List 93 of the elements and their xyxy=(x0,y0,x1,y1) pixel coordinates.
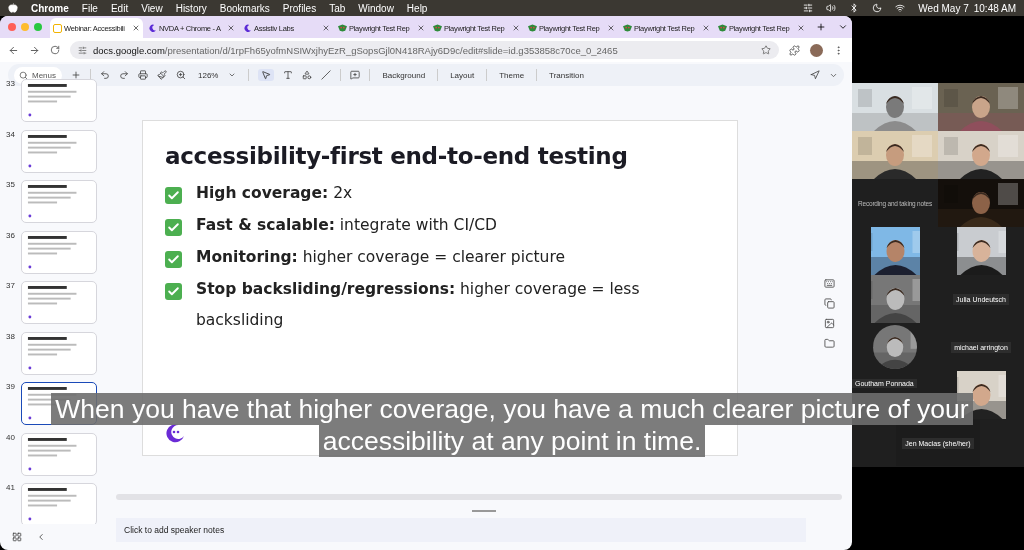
slide-number: 38 xyxy=(6,331,16,341)
slide-title: accessibility-first end-to-end testing xyxy=(165,143,629,169)
menu-item[interactable]: Help xyxy=(406,2,428,14)
toolbar-button[interactable]: Transition xyxy=(546,69,587,81)
close-icon[interactable] xyxy=(512,24,520,32)
close-icon[interactable] xyxy=(322,24,330,32)
close-icon[interactable] xyxy=(702,24,710,32)
masks-icon xyxy=(623,24,632,32)
copy-icon[interactable] xyxy=(823,298,835,309)
zoom-icon[interactable] xyxy=(176,70,186,80)
close-icon[interactable] xyxy=(132,24,140,32)
bullet-text: High coverage: 2x xyxy=(196,183,353,204)
shapes-icon[interactable] xyxy=(302,70,313,80)
pointer-icon[interactable] xyxy=(810,70,820,80)
menu-item[interactable]: Edit xyxy=(110,2,129,14)
toolbar-button[interactable]: Background xyxy=(379,69,429,81)
close-icon[interactable] xyxy=(797,24,805,32)
bullet-text: Monitoring: higher coverage = clearer picture xyxy=(196,247,565,268)
masks-icon xyxy=(528,24,537,32)
zoom-select[interactable]: 126% xyxy=(195,69,240,81)
comment-icon[interactable] xyxy=(350,70,361,80)
caret-icon xyxy=(228,71,237,79)
wifi-icon[interactable] xyxy=(895,3,906,13)
close-icon[interactable] xyxy=(607,24,615,32)
slide-number: 35 xyxy=(6,180,16,189)
close-icon[interactable] xyxy=(417,24,425,32)
masks-icon xyxy=(718,24,727,32)
crescent-logo-icon xyxy=(165,423,185,443)
redo-icon[interactable] xyxy=(119,70,129,80)
close-icon[interactable] xyxy=(227,24,235,32)
site-settings-icon[interactable] xyxy=(78,45,87,55)
add-icon[interactable] xyxy=(71,70,81,80)
chevron-down-icon[interactable] xyxy=(838,22,848,32)
caption-overlay: When you have that higher coverage, you have a much clearer picture of your xyxy=(51,393,973,425)
crescent-icon xyxy=(243,23,252,33)
speaker-notes-field[interactable]: Click to add speaker notes xyxy=(116,518,806,542)
clock-date[interactable]: Wed May 7 xyxy=(918,2,969,14)
keyboard-icon[interactable] xyxy=(823,278,835,289)
slide-number: 39 xyxy=(6,382,16,391)
check-icon xyxy=(165,219,182,236)
moon-icon[interactable] xyxy=(872,3,883,13)
slide-number: 40 xyxy=(6,432,16,442)
grid-view-icon[interactable] xyxy=(12,532,22,542)
slide-number: 36 xyxy=(6,230,16,240)
paint-format-icon[interactable] xyxy=(157,70,167,80)
bluetooth-icon[interactable] xyxy=(849,3,860,13)
back-icon[interactable] xyxy=(8,44,19,56)
menu-item[interactable]: Bookmarks xyxy=(219,2,270,14)
folder-icon[interactable] xyxy=(823,338,835,349)
puzzle-icon[interactable] xyxy=(789,44,800,56)
forward-icon[interactable] xyxy=(29,44,40,56)
address-field[interactable]: docs.google.com/presentation/d/1rpFh65yofmNSIWxjhyEzR_gSopsGjl0N418RAjy6D9c/edit#slide=id.g353858c70ce_0_2465 xyxy=(70,41,779,59)
new-tab-icon[interactable] xyxy=(816,22,826,32)
avatar-icon[interactable] xyxy=(810,43,823,57)
toolbar-button[interactable]: Theme xyxy=(496,69,528,81)
bullet-text: Fast & scalable: integrate with CI/CD xyxy=(196,215,497,236)
url-text: docs.google.com/presentation/d/1rpFh65yofmNSIWxjhyEzR_gSopsGjl0N418RAjy6D9c/edit#slide=id.g353858c70ce_0_2465 xyxy=(93,44,618,56)
check-icon xyxy=(165,187,182,204)
select-tool[interactable] xyxy=(258,69,275,81)
clock-time[interactable]: 10:48 AM xyxy=(973,2,1016,14)
star-icon[interactable] xyxy=(761,45,771,55)
apple-icon[interactable] xyxy=(8,3,18,13)
menu-item[interactable]: File xyxy=(81,2,98,14)
volume-icon[interactable] xyxy=(826,3,837,13)
slide-number: 41 xyxy=(6,483,16,492)
search-icon xyxy=(19,70,28,80)
caption-overlay: accessibility at any point in time. xyxy=(318,425,706,457)
menu-item[interactable]: Profiles xyxy=(282,2,317,14)
text-box-icon[interactable] xyxy=(283,70,294,80)
reload-icon[interactable] xyxy=(50,45,60,55)
line-icon[interactable] xyxy=(321,70,332,80)
print-icon[interactable] xyxy=(138,70,148,80)
menu-item[interactable]: View xyxy=(141,2,163,14)
slide-number: 37 xyxy=(6,281,16,290)
toolbar-button[interactable]: Layout xyxy=(447,69,478,81)
undo-icon[interactable] xyxy=(100,70,110,80)
bullet-text: Stop backsliding/regressions: higher coverage = less backsliding xyxy=(196,279,641,331)
sliders-icon[interactable] xyxy=(803,3,814,13)
slide-number: 33 xyxy=(6,79,16,88)
menu-item[interactable]: Tab xyxy=(329,2,346,14)
check-icon xyxy=(165,283,182,300)
slide-number: 34 xyxy=(6,129,16,139)
menu-item[interactable]: Window xyxy=(358,2,394,14)
masks-icon xyxy=(338,24,347,32)
crescent-icon xyxy=(148,23,157,33)
menu-item[interactable]: Chrome xyxy=(31,2,69,14)
menu-item[interactable]: History xyxy=(175,2,207,14)
image-icon[interactable] xyxy=(823,318,835,329)
masks-icon xyxy=(433,24,442,32)
slides-icon xyxy=(53,23,62,33)
collapse-icon[interactable] xyxy=(36,532,46,542)
search-placeholder: Menus xyxy=(32,70,56,80)
check-icon xyxy=(165,251,182,268)
